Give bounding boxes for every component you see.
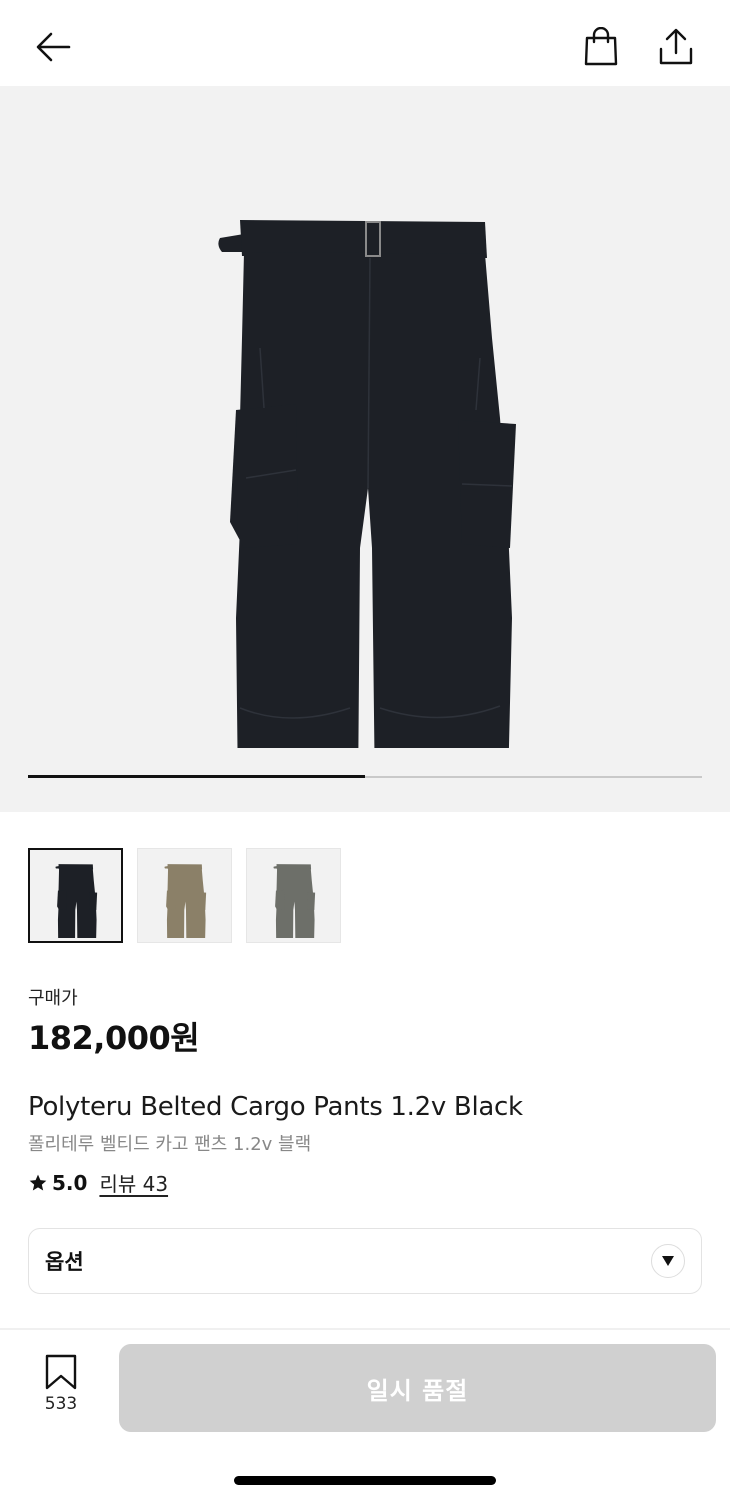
rating-row: 5.0 리뷰 43 (28, 1168, 168, 1197)
star-icon (29, 1174, 47, 1190)
product-image (218, 220, 516, 748)
color-thumbnail[interactable] (28, 848, 123, 943)
color-thumbnails (28, 848, 341, 943)
wishlist-button[interactable]: 533 (36, 1354, 86, 1414)
caret-down-icon (662, 1256, 674, 1266)
gallery-progress-track (28, 775, 702, 778)
color-thumbnail[interactable] (137, 848, 232, 943)
product-thumbnail-image (272, 863, 315, 938)
share-button[interactable] (651, 22, 701, 72)
option-selector[interactable]: 옵션 (28, 1228, 702, 1294)
price-value: 182,000원 (28, 1019, 200, 1057)
product-image-carousel[interactable] (0, 86, 730, 812)
option-label: 옵션 (45, 1250, 84, 1274)
color-thumbnail[interactable] (246, 848, 341, 943)
review-link[interactable]: 리뷰 43 (99, 1168, 168, 1197)
arrow-left-icon (36, 32, 71, 62)
back-button[interactable] (28, 22, 78, 72)
price-label: 구매가 (28, 988, 78, 1009)
product-thumbnail-image (54, 863, 97, 938)
home-indicator (234, 1476, 496, 1485)
product-title-korean: 폴리테루 벨티드 카고 팬츠 1.2v 블랙 (28, 1134, 312, 1155)
product-detail-page: 구매가 182,000원 Polyteru Belted Cargo Pants… (0, 0, 730, 1500)
bookmark-icon (45, 1354, 77, 1390)
share-icon (659, 28, 693, 65)
wishlist-count: 533 (44, 1394, 78, 1414)
product-thumbnail-image (163, 863, 206, 938)
product-title-english: Polyteru Belted Cargo Pants 1.2v Black (28, 1092, 523, 1122)
gallery-progress-fill (28, 775, 365, 778)
top-bar (0, 0, 730, 86)
soldout-button[interactable]: 일시 품절 (119, 1344, 716, 1432)
cart-button[interactable] (576, 22, 626, 72)
rating-value: 5.0 (52, 1170, 88, 1195)
dropdown-button[interactable] (651, 1244, 685, 1278)
shopping-bag-icon (584, 27, 618, 66)
divider (0, 1328, 730, 1330)
